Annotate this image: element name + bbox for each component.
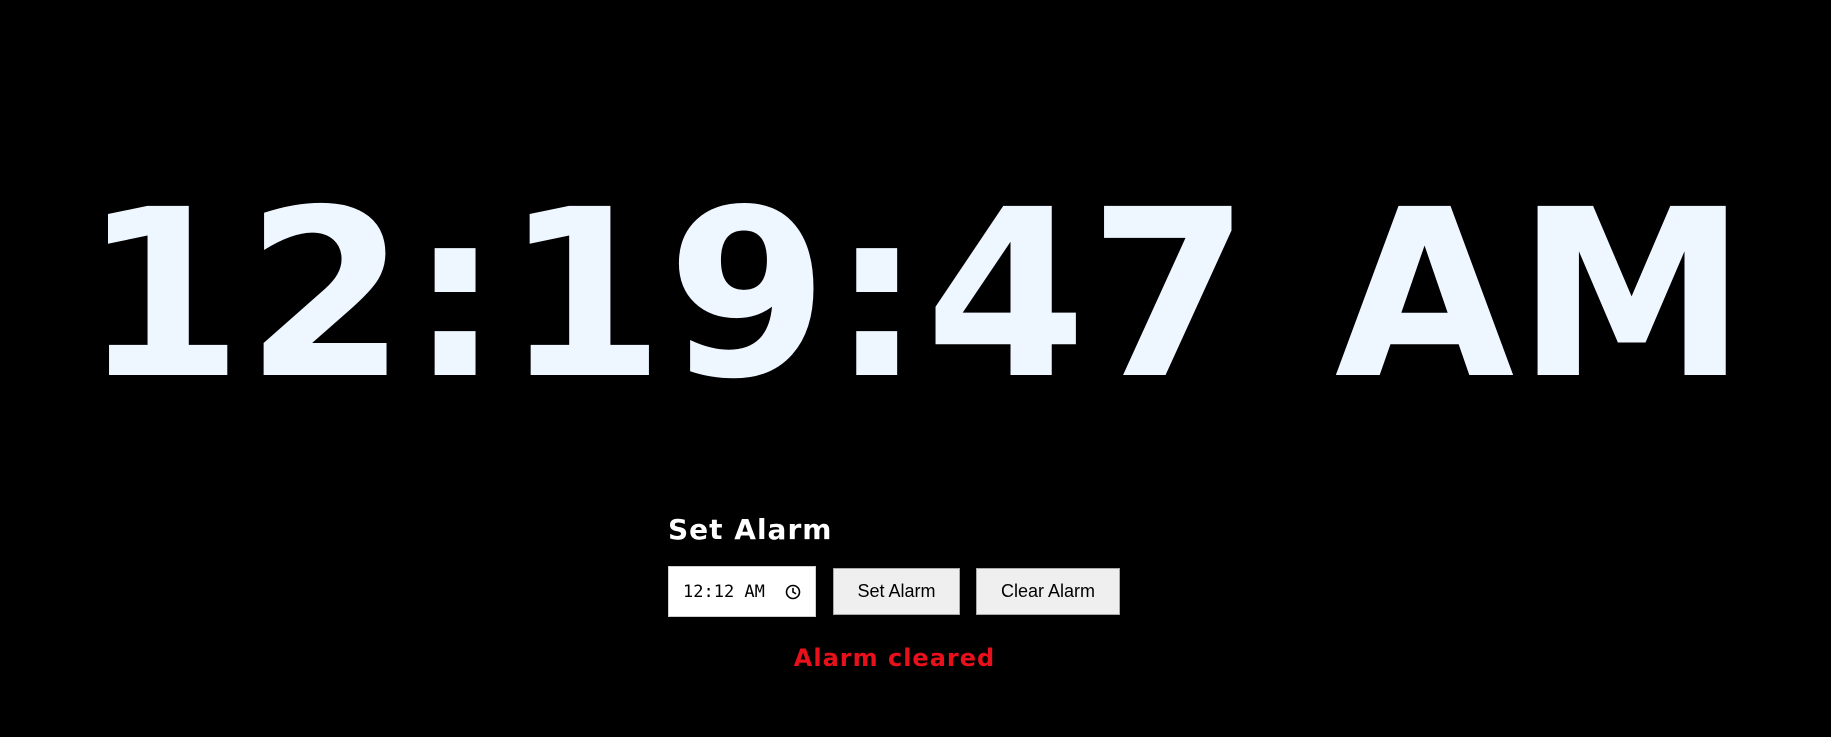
alarm-panel: Set Alarm 12:12 AM Set Alarm Clear Alarm (668, 510, 1228, 617)
alarm-controls: 12:12 AM Set Alarm Clear Alarm (668, 566, 1228, 617)
alarm-time-input[interactable]: 12:12 AM (668, 566, 816, 617)
alarm-time-value[interactable]: 12:12 AM (683, 582, 765, 602)
clear-alarm-button[interactable]: Clear Alarm (976, 568, 1120, 615)
set-alarm-button[interactable]: Set Alarm (833, 568, 960, 615)
clock-icon[interactable] (785, 584, 801, 600)
clock-display: 12:19:47 AM (81, 160, 1750, 430)
alarm-status-message: Alarm cleared (793, 644, 996, 672)
alarm-heading: Set Alarm (668, 513, 833, 546)
